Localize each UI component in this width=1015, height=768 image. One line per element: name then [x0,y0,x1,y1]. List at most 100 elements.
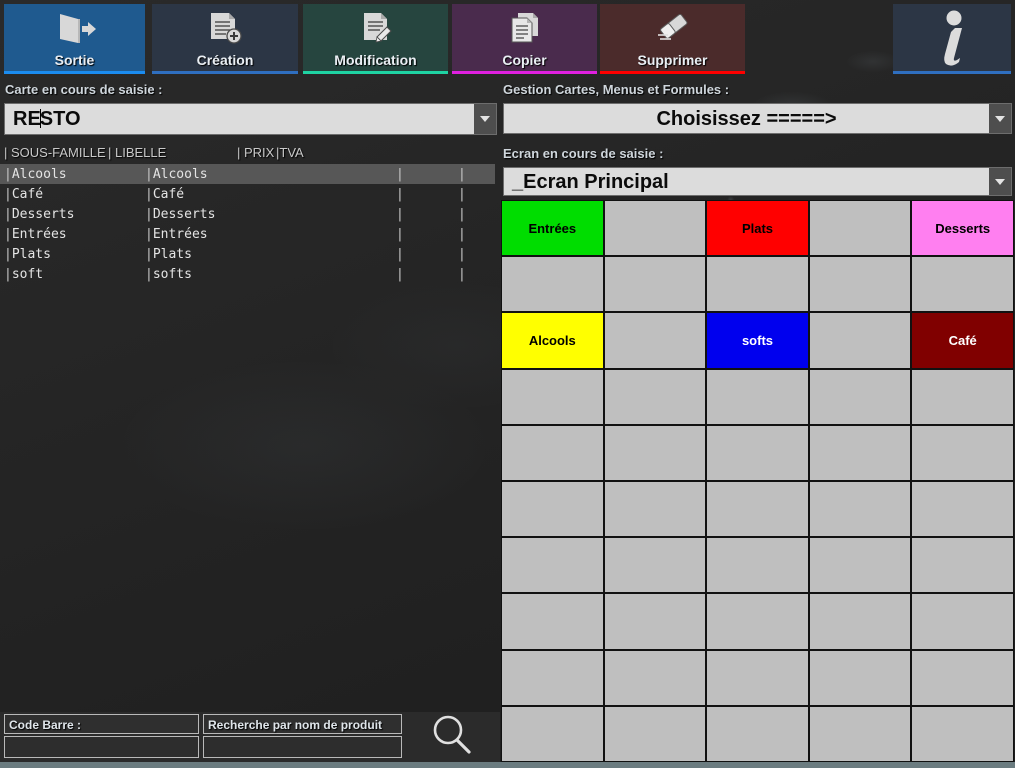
exit-door-icon [4,4,145,52]
keypad-button-empty[interactable] [809,313,911,368]
keypad-button-empty[interactable] [912,706,1013,761]
keypad-button-empty[interactable] [604,201,706,256]
col-header-prix: | PRIX [237,145,275,160]
keypad-button-softs[interactable]: softs [707,313,808,368]
modification-button-label: Modification [334,52,417,68]
info-button[interactable] [893,4,1011,74]
keypad-button-empty[interactable] [604,706,706,761]
keypad-button-empty[interactable] [604,369,706,424]
carte-label: Carte en cours de saisie : [5,82,163,97]
keypad-grid[interactable]: Entrées Plats Desserts Alcools softs Café [501,200,1014,762]
keypad-button-empty[interactable] [502,482,603,537]
gestion-combobox[interactable]: Choisissez =====> [503,103,1012,134]
table-row[interactable]: |Desserts |Desserts | | [0,204,495,224]
carte-combobox[interactable]: RESTO [4,103,497,135]
barcode-input[interactable] [4,736,199,758]
document-add-icon [152,4,298,52]
keypad-button-empty[interactable] [502,706,603,761]
cell-libelle: |Alcools [145,166,208,182]
keypad-button-cafe[interactable]: Café [912,313,1013,368]
keypad-button-plats[interactable]: Plats [707,201,808,256]
keypad-button-empty[interactable] [604,594,706,649]
search-button[interactable] [404,712,500,762]
keypad-button-empty[interactable] [604,257,706,312]
keypad-button-empty[interactable] [502,650,603,705]
chevron-down-icon[interactable] [989,168,1011,195]
keypad-button-empty[interactable] [502,257,603,312]
creation-underline [152,71,298,74]
cell-tva: | [458,226,466,242]
keypad-button-entrees[interactable]: Entrées [502,201,603,256]
keypad-button-empty[interactable] [809,425,911,480]
keypad-button-empty[interactable] [502,538,603,593]
product-list[interactable]: |Alcools |Alcools | | |Café |Café | | |Desserts |… [0,164,495,704]
gestion-combobox-value: Choisissez =====> [656,108,837,129]
keypad-button-empty[interactable] [912,538,1013,593]
carte-combobox-value: RESTO [5,109,474,129]
copier-underline [452,71,597,74]
keypad-button-empty[interactable] [809,650,911,705]
cell-tva: | [458,206,466,222]
keypad-button-empty[interactable] [912,257,1013,312]
table-row[interactable]: |Plats |Plats | | [0,244,495,264]
carte-value-post: STO [39,109,81,129]
keypad-button-empty[interactable] [502,594,603,649]
chevron-down-icon[interactable] [989,104,1011,133]
keypad-button-empty[interactable] [809,594,911,649]
keypad-button-empty[interactable] [809,482,911,537]
chevron-down-icon[interactable] [474,104,496,134]
keypad-button-empty[interactable] [707,482,808,537]
modification-button[interactable]: Modification [303,4,448,74]
keypad-button-empty[interactable] [707,425,808,480]
keypad-button-empty[interactable] [912,369,1013,424]
ecran-combobox-value: _Ecran Principal [512,171,669,192]
cell-prix: | [396,246,404,262]
keypad-button-alcools[interactable]: Alcools [502,313,603,368]
table-row[interactable]: |soft |softs | | [0,264,495,284]
keypad-button-empty[interactable] [502,425,603,480]
table-row[interactable]: |Entrées |Entrées | | [0,224,495,244]
keypad-button-empty[interactable] [604,313,706,368]
keypad-button-empty[interactable] [604,538,706,593]
keypad-button-empty[interactable] [707,369,808,424]
cell-sous-famille: |Entrées [4,226,67,242]
table-row[interactable]: |Alcools |Alcools | | [0,164,495,184]
gestion-label: Gestion Cartes, Menus et Formules : [503,82,730,97]
magnifier-icon [429,713,475,762]
keypad-button-empty[interactable] [604,425,706,480]
creation-button-label: Création [196,52,254,68]
creation-button[interactable]: Création [152,4,298,74]
taskbar-strip [0,762,1015,768]
keypad-button-empty[interactable] [502,369,603,424]
cell-sous-famille: |Alcools [4,166,67,182]
keypad-button-empty[interactable] [604,650,706,705]
keypad-button-empty[interactable] [912,594,1013,649]
keypad-button-empty[interactable] [707,257,808,312]
keypad-button-empty[interactable] [912,650,1013,705]
barcode-label: Code Barre : [9,718,82,732]
sortie-button[interactable]: Sortie [4,4,145,74]
ecran-combobox[interactable]: _Ecran Principal [503,167,1012,196]
keypad-button-empty[interactable] [809,538,911,593]
keypad-button-empty[interactable] [809,706,911,761]
keypad-button-empty[interactable] [912,482,1013,537]
document-copy-icon [452,4,597,52]
keypad-button-desserts[interactable]: Desserts [912,201,1013,256]
keypad-button-empty[interactable] [809,201,911,256]
table-row[interactable]: |Café |Café | | [0,184,495,204]
keypad-button-empty[interactable] [707,594,808,649]
keypad-button-empty[interactable] [912,425,1013,480]
copier-button[interactable]: Copier [452,4,597,74]
keypad-button-empty[interactable] [809,369,911,424]
keypad-button-empty[interactable] [707,706,808,761]
supprimer-underline [600,71,745,74]
info-icon [893,8,1011,70]
keypad-button-empty[interactable] [604,482,706,537]
product-search-input[interactable] [203,736,402,758]
product-search-label-box: Recherche par nom de produit [203,714,402,734]
keypad-button-empty[interactable] [707,650,808,705]
keypad-button-empty[interactable] [809,257,911,312]
keypad-button-empty[interactable] [707,538,808,593]
product-search-label: Recherche par nom de produit [208,718,383,732]
supprimer-button[interactable]: Supprimer [600,4,745,74]
